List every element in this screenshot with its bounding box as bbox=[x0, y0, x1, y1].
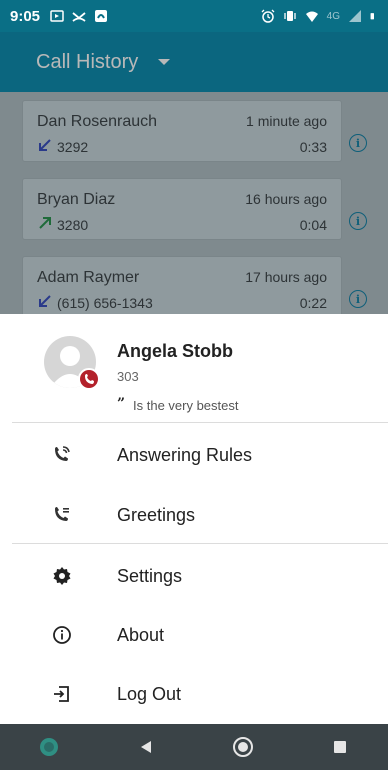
menu-label: About bbox=[117, 624, 165, 645]
assistant-button[interactable] bbox=[35, 733, 63, 761]
incoming-call-arrow-icon bbox=[39, 295, 51, 307]
status-bar: 9:05 4G bbox=[0, 0, 388, 32]
profile-extension: 303 bbox=[117, 369, 139, 384]
home-icon bbox=[232, 737, 253, 757]
menu-label: Log Out bbox=[117, 683, 182, 704]
profile-section[interactable]: Angela Stobb 303 ” Is the very bestest bbox=[0, 314, 388, 422]
menu-label: Answering Rules bbox=[117, 444, 253, 465]
vibrate-icon bbox=[284, 11, 296, 21]
caller-number: 3280 bbox=[57, 217, 89, 233]
call-duration: 0:22 bbox=[299, 295, 327, 311]
caller-name: Adam Raymer bbox=[37, 269, 140, 286]
call-time: 1 minute ago bbox=[246, 113, 327, 129]
system-icons: 4G bbox=[261, 9, 378, 23]
status-time: 9:05 bbox=[10, 7, 41, 25]
call-history-item[interactable]: Adam Raymer 17 hours ago (615) 656-1343 … bbox=[22, 256, 342, 314]
caller-name: Bryan Diaz bbox=[37, 191, 116, 208]
caller-name: Dan Rosenrauch bbox=[37, 113, 158, 130]
wifi-icon bbox=[305, 11, 318, 22]
home-button[interactable] bbox=[229, 733, 257, 761]
call-status-badge-icon bbox=[78, 368, 100, 390]
incoming-call-arrow-icon bbox=[39, 139, 51, 151]
gear-icon bbox=[52, 566, 72, 586]
caller-number: 3292 bbox=[57, 139, 89, 155]
signal-icon bbox=[349, 10, 361, 22]
call-time: 17 hours ago bbox=[245, 269, 327, 285]
menu-item-answering-rules[interactable]: Answering Rules bbox=[0, 426, 388, 484]
recents-icon bbox=[333, 741, 346, 753]
back-button[interactable] bbox=[132, 733, 160, 761]
divider bbox=[12, 422, 388, 423]
info-icon[interactable]: i bbox=[349, 212, 367, 230]
app-notification-icon bbox=[95, 10, 108, 22]
account-drawer: Angela Stobb 303 ” Is the very bestest A… bbox=[0, 314, 388, 724]
system-navigation-bar bbox=[0, 724, 388, 770]
info-icon[interactable]: i bbox=[349, 134, 367, 152]
call-history-list: Dan Rosenrauch 1 minute ago 3292 0:33 i … bbox=[0, 92, 388, 314]
notification-icons bbox=[50, 9, 108, 23]
missed-call-notification-icon bbox=[72, 12, 86, 22]
menu-label: Greetings bbox=[117, 504, 196, 525]
greetings-icon bbox=[52, 505, 72, 525]
header-title[interactable]: Call History bbox=[36, 51, 138, 74]
call-duration: 0:04 bbox=[299, 217, 327, 233]
profile-name: Angela Stobb bbox=[117, 341, 233, 361]
dropdown-caret-icon[interactable] bbox=[158, 59, 171, 65]
back-icon bbox=[140, 741, 151, 753]
answering-rules-icon bbox=[52, 445, 72, 465]
call-history-item[interactable]: Dan Rosenrauch 1 minute ago 3292 0:33 bbox=[22, 100, 342, 162]
assistant-icon bbox=[39, 738, 58, 756]
call-history-item[interactable]: Bryan Diaz 16 hours ago 3280 0:04 bbox=[22, 178, 342, 240]
app-header[interactable]: Call History bbox=[0, 32, 388, 92]
divider bbox=[12, 543, 388, 544]
profile-status-message: Is the very bestest bbox=[133, 398, 239, 413]
menu-item-settings[interactable]: Settings bbox=[0, 547, 388, 605]
network-type-label: 4G bbox=[326, 10, 340, 22]
outgoing-call-arrow-icon bbox=[39, 217, 51, 229]
media-notification-icon bbox=[50, 10, 64, 22]
menu-item-greetings[interactable]: Greetings bbox=[0, 486, 388, 544]
recents-button[interactable] bbox=[326, 733, 354, 761]
menu-item-about[interactable]: About bbox=[0, 606, 388, 664]
quote-icon: ” bbox=[117, 396, 126, 412]
menu-item-logout[interactable]: Log Out bbox=[0, 665, 388, 723]
info-icon[interactable]: i bbox=[349, 290, 367, 308]
logout-icon bbox=[52, 684, 72, 704]
alarm-icon bbox=[261, 9, 275, 23]
menu-label: Settings bbox=[117, 565, 183, 586]
battery-icon bbox=[370, 13, 374, 20]
info-icon bbox=[52, 625, 72, 645]
caller-number: (615) 656-1343 bbox=[57, 295, 153, 311]
call-duration: 0:33 bbox=[299, 139, 327, 155]
call-time: 16 hours ago bbox=[245, 191, 327, 207]
